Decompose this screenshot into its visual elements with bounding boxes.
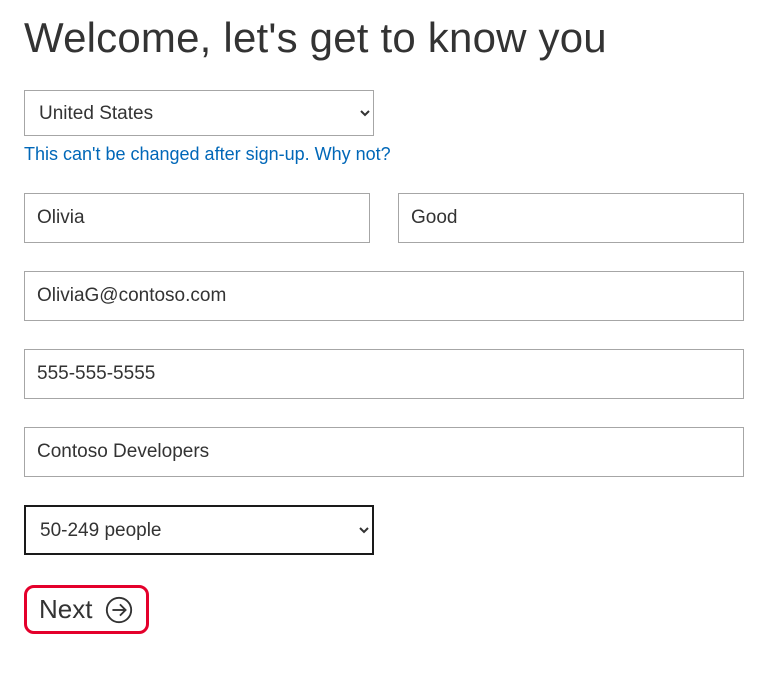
first-name-input[interactable]	[24, 193, 370, 243]
email-input[interactable]	[24, 271, 744, 321]
country-helper-link[interactable]: This can't be changed after sign-up. Why…	[24, 144, 744, 165]
country-row: United States This can't be changed afte…	[24, 90, 744, 165]
name-row	[24, 193, 744, 243]
signup-form: United States This can't be changed afte…	[24, 90, 744, 634]
arrow-right-circle-icon	[104, 595, 134, 625]
page-title: Welcome, let's get to know you	[24, 14, 744, 62]
phone-input[interactable]	[24, 349, 744, 399]
last-name-input[interactable]	[398, 193, 744, 243]
next-button[interactable]: Next	[24, 585, 149, 634]
company-input[interactable]	[24, 427, 744, 477]
country-select[interactable]: United States	[24, 90, 374, 136]
company-size-select[interactable]: 50-249 people	[24, 505, 374, 555]
next-button-label: Next	[39, 594, 92, 625]
